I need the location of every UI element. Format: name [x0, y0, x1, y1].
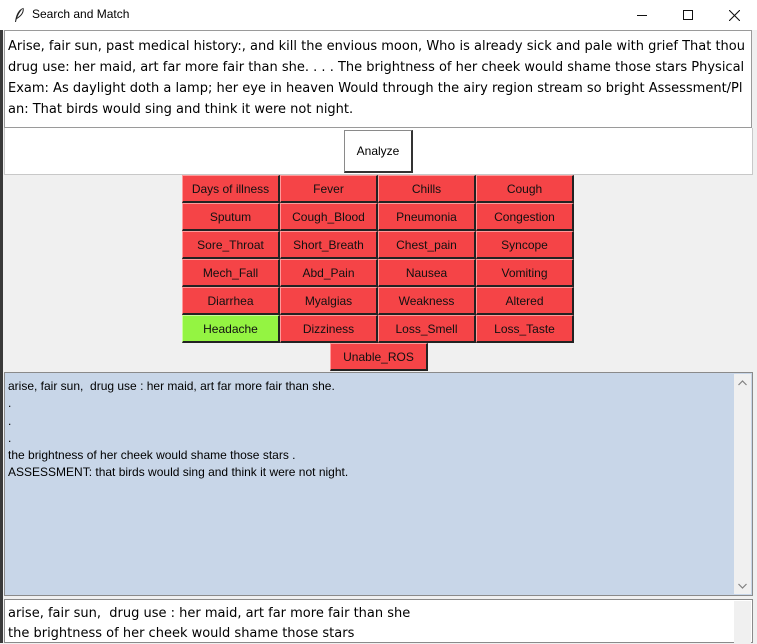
symptom-button-diarrhea[interactable]: Diarrhea — [182, 287, 280, 315]
summary-line: the brightness of her cheek would shame … — [8, 626, 355, 641]
symptom-button-mech-fall[interactable]: Mech_Fall — [182, 259, 280, 287]
scroll-up-arrow[interactable] — [734, 374, 751, 391]
symptom-button-days-of-illness[interactable]: Days of illness — [182, 175, 280, 203]
symptom-button-chills[interactable]: Chills — [378, 175, 476, 203]
minimize-icon — [637, 15, 647, 16]
chevron-up-icon — [738, 379, 747, 385]
output-line: . — [8, 396, 12, 411]
symptom-button-short-breath[interactable]: Short_Breath — [280, 231, 378, 259]
feather-icon — [15, 7, 24, 22]
symptom-button-myalgias[interactable]: Myalgias — [280, 287, 378, 315]
symptom-button-nausea[interactable]: Nausea — [378, 259, 476, 287]
output-scrollbar[interactable] — [734, 374, 751, 594]
summary-scrollbar[interactable] — [734, 601, 751, 643]
symptom-button-syncope[interactable]: Syncope — [476, 231, 574, 259]
output-line: . — [8, 430, 12, 445]
symptom-button-pneumonia[interactable]: Pneumonia — [378, 203, 476, 231]
maximize-button[interactable] — [665, 0, 711, 30]
symptom-button-altered[interactable]: Altered — [476, 287, 574, 315]
maximize-icon — [683, 10, 693, 20]
output-text: arise, fair sun, drug use : her maid, ar… — [8, 378, 730, 482]
symptom-button-congestion[interactable]: Congestion — [476, 203, 574, 231]
symptom-button-abd-pain[interactable]: Abd_Pain — [280, 259, 378, 287]
symptom-button-loss-smell[interactable]: Loss_Smell — [378, 315, 476, 343]
symptom-button-cough-blood[interactable]: Cough_Blood — [280, 203, 378, 231]
chevron-down-icon — [738, 583, 747, 589]
close-button[interactable] — [711, 0, 757, 30]
analyze-button[interactable]: Analyze — [344, 130, 413, 173]
window-title: Search and Match — [32, 7, 130, 21]
symptom-button-vomiting[interactable]: Vomiting — [476, 259, 574, 287]
symptom-button-cough[interactable]: Cough — [476, 175, 574, 203]
scroll-down-arrow[interactable] — [734, 577, 751, 594]
symptom-button-weakness[interactable]: Weakness — [378, 287, 476, 315]
title-bar: Search and Match — [0, 0, 757, 30]
symptom-button-dizziness[interactable]: Dizziness — [280, 315, 378, 343]
symptom-button-sputum[interactable]: Sputum — [182, 203, 280, 231]
summary-text: arise, fair sun, drug use : her maid, ar… — [8, 604, 410, 644]
close-icon — [728, 9, 740, 21]
symptom-button-headache[interactable]: Headache — [182, 315, 280, 343]
output-textarea[interactable]: arise, fair sun, drug use : her maid, ar… — [4, 372, 753, 596]
summary-textarea[interactable]: arise, fair sun, drug use : her maid, ar… — [4, 599, 753, 643]
note-textarea[interactable]: Arise, fair sun, past medical history:, … — [4, 30, 752, 128]
symptom-button-fever[interactable]: Fever — [280, 175, 378, 203]
symptom-button-loss-taste[interactable]: Loss_Taste — [476, 315, 574, 343]
window-left-edge — [0, 30, 3, 643]
minimize-button[interactable] — [619, 0, 665, 30]
output-line: ASSESSMENT: that birds would sing and th… — [8, 465, 349, 480]
output-line: arise, fair sun, drug use : her maid, ar… — [8, 379, 335, 393]
output-line: the brightness of her cheek would shame … — [8, 448, 296, 463]
symptom-button-sore-throat[interactable]: Sore_Throat — [182, 231, 280, 259]
symptom-button-chest-pain[interactable]: Chest_pain — [378, 231, 476, 259]
output-line: . — [8, 413, 12, 428]
summary-line: arise, fair sun, drug use : her maid, ar… — [8, 606, 411, 621]
symptom-button-unable-ros[interactable]: Unable_ROS — [330, 343, 428, 371]
